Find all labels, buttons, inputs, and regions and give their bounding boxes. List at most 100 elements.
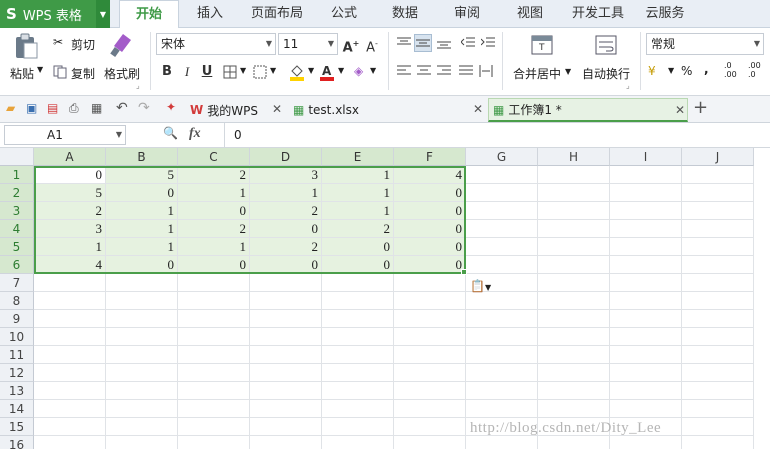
save-icon[interactable]: ▣ — [26, 101, 37, 115]
cell-b2[interactable]: 0 — [106, 184, 178, 202]
cell-i10[interactable] — [610, 328, 682, 346]
distributed-icon[interactable] — [478, 64, 494, 78]
cell-f5[interactable]: 0 — [394, 238, 466, 256]
cell-b5[interactable]: 1 — [106, 238, 178, 256]
cell-d3[interactable]: 2 — [250, 202, 322, 220]
new-tab-icon[interactable]: + — [693, 97, 708, 118]
cell-d9[interactable] — [250, 310, 322, 328]
cell-b12[interactable] — [106, 364, 178, 382]
cell-f14[interactable] — [394, 400, 466, 418]
cell-h9[interactable] — [538, 310, 610, 328]
cell-b13[interactable] — [106, 382, 178, 400]
cell-g14[interactable] — [466, 400, 538, 418]
print-preview-icon[interactable]: ▦ — [91, 101, 102, 115]
align-bottom-icon[interactable] — [436, 36, 452, 50]
open-folder-icon[interactable]: ▰ — [6, 101, 15, 115]
cell-c8[interactable] — [178, 292, 250, 310]
cell-f8[interactable] — [394, 292, 466, 310]
cell-i8[interactable] — [610, 292, 682, 310]
cell-g5[interactable] — [466, 238, 538, 256]
fill-handle[interactable] — [461, 269, 467, 275]
increase-font-icon[interactable]: A+ — [342, 35, 360, 55]
spreadsheet-grid[interactable]: ABCDEFGHIJ 1 2 3 4 5 6 7 8 9 10 11 12 13 14 15 16 05231… — [0, 148, 770, 449]
increase-decimal-icon[interactable]: .0.00 — [724, 61, 737, 79]
cell-c5[interactable]: 1 — [178, 238, 250, 256]
cell-d14[interactable] — [250, 400, 322, 418]
cell-b1[interactable]: 5 — [106, 166, 178, 184]
cell-g11[interactable] — [466, 346, 538, 364]
cell-d4[interactable]: 0 — [250, 220, 322, 238]
cell-a2[interactable]: 5 — [34, 184, 106, 202]
align-middle-icon[interactable] — [414, 34, 432, 52]
cell-i6[interactable] — [610, 256, 682, 274]
decrease-indent-icon[interactable] — [460, 36, 476, 50]
row-header-16[interactable]: 16 — [0, 436, 34, 449]
tab-cloud-services[interactable]: 云服务 — [640, 0, 690, 28]
cell-c9[interactable] — [178, 310, 250, 328]
cell-c16[interactable] — [178, 436, 250, 449]
doc-tab-workbook1[interactable]: ▦ 工作簿1 * ✕ — [488, 98, 688, 122]
font-family-select[interactable]: 宋体 ▼ — [156, 33, 276, 55]
cell-f15[interactable] — [394, 418, 466, 436]
cell-a16[interactable] — [34, 436, 106, 449]
cell-i3[interactable] — [610, 202, 682, 220]
cell-j16[interactable] — [682, 436, 754, 449]
cell-e10[interactable] — [322, 328, 394, 346]
cell-e9[interactable] — [322, 310, 394, 328]
align-center-icon[interactable] — [416, 64, 432, 78]
clear-format-icon[interactable]: ◈ — [354, 64, 363, 78]
doc-tab-test-xlsx[interactable]: ▦ test.xlsx ✕ — [289, 98, 485, 122]
column-header-c[interactable]: C — [178, 148, 250, 166]
cell-j4[interactable] — [682, 220, 754, 238]
row-header-7[interactable]: 7 — [0, 274, 34, 292]
cell-d10[interactable] — [250, 328, 322, 346]
cell-h8[interactable] — [538, 292, 610, 310]
cell-h12[interactable] — [538, 364, 610, 382]
cell-h11[interactable] — [538, 346, 610, 364]
cell-f7[interactable] — [394, 274, 466, 292]
copy-button[interactable]: 复制 — [71, 65, 95, 82]
justify-icon[interactable] — [458, 64, 474, 78]
cell-d1[interactable]: 3 — [250, 166, 322, 184]
cell-e7[interactable] — [322, 274, 394, 292]
cell-a14[interactable] — [34, 400, 106, 418]
cell-h5[interactable] — [538, 238, 610, 256]
cell-h10[interactable] — [538, 328, 610, 346]
chevron-down-icon[interactable]: ▼ — [338, 66, 344, 75]
app-menu-button[interactable]: S WPS 表格 ▼ — [0, 0, 110, 28]
cell-c10[interactable] — [178, 328, 250, 346]
align-left-icon[interactable] — [396, 64, 412, 78]
comma-button[interactable]: , — [704, 62, 709, 76]
cell-f13[interactable] — [394, 382, 466, 400]
tab-insert[interactable]: 插入 — [188, 0, 232, 28]
cell-a8[interactable] — [34, 292, 106, 310]
cell-i12[interactable] — [610, 364, 682, 382]
decrease-decimal-icon[interactable]: .00.0 — [748, 61, 761, 79]
cell-f9[interactable] — [394, 310, 466, 328]
underline-button[interactable]: U — [198, 63, 216, 81]
cell-g12[interactable] — [466, 364, 538, 382]
column-header-f[interactable]: F — [394, 148, 466, 166]
wrap-text-icon[interactable] — [594, 34, 618, 56]
cell-j10[interactable] — [682, 328, 754, 346]
chevron-down-icon[interactable]: ▼ — [308, 66, 314, 75]
row-header-4[interactable]: 4 — [0, 220, 34, 238]
launcher-icon[interactable]: ⌟ — [136, 81, 140, 90]
tab-review[interactable]: 审阅 — [445, 0, 489, 28]
row-header-10[interactable]: 10 — [0, 328, 34, 346]
cell-b9[interactable] — [106, 310, 178, 328]
cell-e3[interactable]: 1 — [322, 202, 394, 220]
cell-c3[interactable]: 0 — [178, 202, 250, 220]
increase-indent-icon[interactable] — [480, 36, 496, 50]
cell-d12[interactable] — [250, 364, 322, 382]
cell-i16[interactable] — [610, 436, 682, 449]
cell-g13[interactable] — [466, 382, 538, 400]
cell-a12[interactable] — [34, 364, 106, 382]
cell-j13[interactable] — [682, 382, 754, 400]
cell-e6[interactable]: 0 — [322, 256, 394, 274]
copy-icon[interactable] — [53, 65, 67, 82]
cell-b4[interactable]: 1 — [106, 220, 178, 238]
row-header-12[interactable]: 12 — [0, 364, 34, 382]
cell-g4[interactable] — [466, 220, 538, 238]
borders-icon[interactable] — [222, 64, 238, 80]
